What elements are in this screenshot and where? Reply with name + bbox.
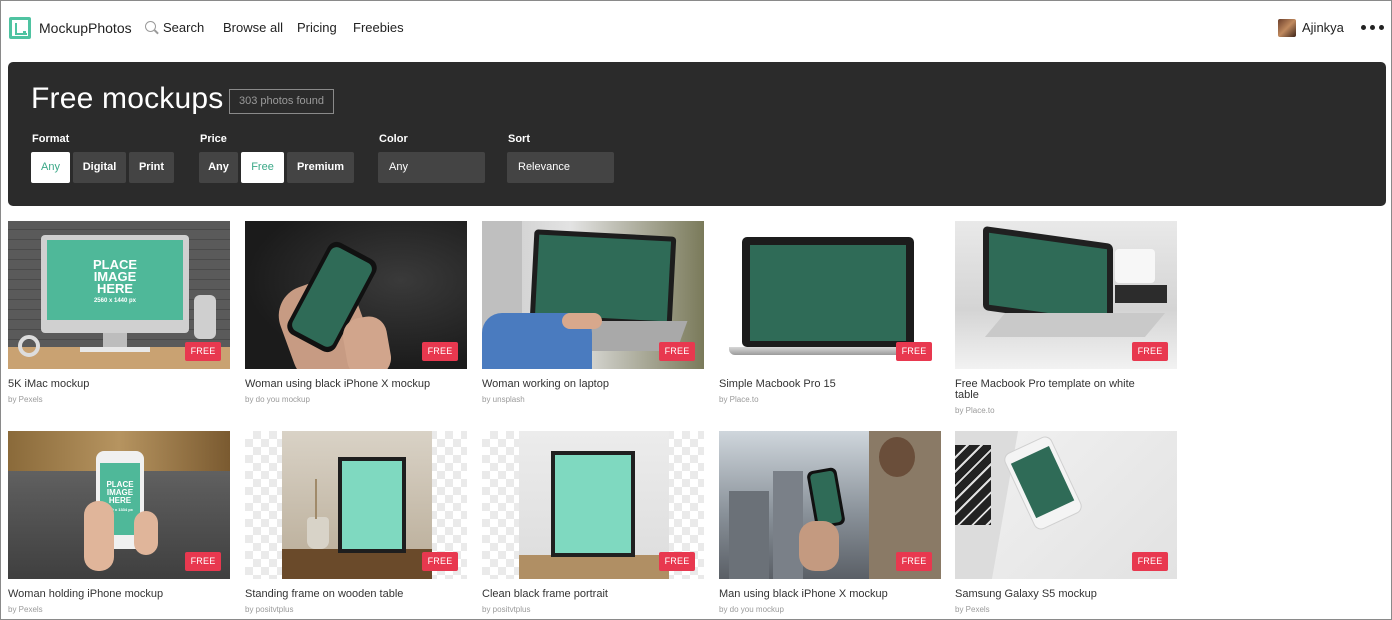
card-author[interactable]: by Pexels xyxy=(955,605,1177,614)
card-title[interactable]: Woman using black iPhone X mockup xyxy=(245,379,435,390)
free-badge: FREE xyxy=(896,552,932,571)
card-title[interactable]: Free Macbook Pro template on white table xyxy=(955,379,1145,401)
mockup-card[interactable]: FREE Standing frame on wooden table by p… xyxy=(245,431,467,614)
free-badge: FREE xyxy=(1132,342,1168,361)
page-title: Free mockups xyxy=(31,82,224,115)
format-digital-button[interactable]: Digital xyxy=(73,152,126,183)
mockup-card[interactable]: PLACE IMAGE HERE 2560 x 1440 px FREE 5K … xyxy=(8,221,230,404)
card-title[interactable]: Woman working on laptop xyxy=(482,379,672,390)
search-link[interactable]: Search xyxy=(163,20,204,35)
card-author[interactable]: by unsplash xyxy=(482,395,704,404)
mockup-thumbnail[interactable]: FREE xyxy=(482,221,704,369)
mockup-card[interactable]: FREE Samsung Galaxy S5 mockup by Pexels xyxy=(955,431,1177,614)
card-author[interactable]: by Place.to xyxy=(955,406,1177,415)
price-label: Price xyxy=(200,133,227,145)
color-select[interactable]: Any xyxy=(378,152,485,183)
mockup-card[interactable]: FREE Woman using black iPhone X mockup b… xyxy=(245,221,467,404)
results-count: 303 photos found xyxy=(229,89,334,114)
mockup-thumbnail[interactable]: FREE xyxy=(719,221,941,369)
price-premium-button[interactable]: Premium xyxy=(287,152,354,183)
more-options-icon[interactable] xyxy=(1361,25,1385,31)
mockup-thumbnail[interactable]: FREE xyxy=(955,431,1177,579)
card-title[interactable]: Standing frame on wooden table xyxy=(245,589,435,600)
logo-icon[interactable] xyxy=(9,17,31,39)
mockup-thumbnail[interactable]: FREE xyxy=(955,221,1177,369)
card-title[interactable]: 5K iMac mockup xyxy=(8,379,198,390)
nav-browse-all[interactable]: Browse all xyxy=(223,20,283,35)
top-nav: MockupPhotos Search Browse all Pricing F… xyxy=(1,1,1391,57)
free-badge: FREE xyxy=(185,552,221,571)
mockup-card[interactable]: PLACE IMAGE HERE 750 x 1334 px FREE Woma… xyxy=(8,431,230,614)
free-badge: FREE xyxy=(422,342,458,361)
color-label: Color xyxy=(379,133,408,145)
placeholder-label: HERE xyxy=(96,281,134,296)
free-badge: FREE xyxy=(185,342,221,361)
card-author[interactable]: by positvtplus xyxy=(245,605,467,614)
free-badge: FREE xyxy=(896,342,932,361)
free-badge: FREE xyxy=(659,552,695,571)
card-author[interactable]: by positvtplus xyxy=(482,605,704,614)
card-author[interactable]: by do you mockup xyxy=(719,605,941,614)
format-any-button[interactable]: Any xyxy=(31,152,70,183)
mockup-thumbnail[interactable]: FREE xyxy=(482,431,704,579)
mockup-card[interactable]: FREE Free Macbook Pro template on white … xyxy=(955,221,1177,415)
card-title[interactable]: Woman holding iPhone mockup xyxy=(8,589,198,600)
free-badge: FREE xyxy=(1132,552,1168,571)
card-title[interactable]: Man using black iPhone X mockup xyxy=(719,589,909,600)
search-icon[interactable] xyxy=(145,21,156,32)
avatar[interactable] xyxy=(1278,19,1296,37)
free-badge: FREE xyxy=(659,342,695,361)
card-author[interactable]: by do you mockup xyxy=(245,395,467,404)
mockup-card[interactable]: FREE Clean black frame portrait by posit… xyxy=(482,431,704,614)
mockup-thumbnail[interactable]: PLACE IMAGE HERE 2560 x 1440 px FREE xyxy=(8,221,230,369)
username[interactable]: Ajinkya xyxy=(1302,20,1344,35)
mockup-thumbnail[interactable]: FREE xyxy=(245,221,467,369)
format-label: Format xyxy=(32,133,70,145)
card-author[interactable]: by Place.to xyxy=(719,395,941,404)
placeholder-dims: 2560 x 1440 px xyxy=(93,298,137,304)
sort-label: Sort xyxy=(508,133,530,145)
price-any-button[interactable]: Any xyxy=(199,152,238,183)
filter-panel: Free mockups 303 photos found Format Any… xyxy=(8,62,1386,206)
mockup-thumbnail[interactable]: FREE xyxy=(245,431,467,579)
card-title[interactable]: Clean black frame portrait xyxy=(482,589,672,600)
mockup-card[interactable]: FREE Woman working on laptop by unsplash xyxy=(482,221,704,404)
nav-pricing[interactable]: Pricing xyxy=(297,20,337,35)
sort-select[interactable]: Relevance xyxy=(507,152,614,183)
free-badge: FREE xyxy=(422,552,458,571)
mockup-thumbnail[interactable]: PLACE IMAGE HERE 750 x 1334 px FREE xyxy=(8,431,230,579)
nav-freebies[interactable]: Freebies xyxy=(353,20,404,35)
mockup-card[interactable]: FREE Simple Macbook Pro 15 by Place.to xyxy=(719,221,941,404)
price-free-button[interactable]: Free xyxy=(241,152,284,183)
card-title[interactable]: Simple Macbook Pro 15 xyxy=(719,379,909,390)
mockup-card[interactable]: FREE Man using black iPhone X mockup by … xyxy=(719,431,941,614)
brand-name[interactable]: MockupPhotos xyxy=(39,20,132,36)
card-author[interactable]: by Pexels xyxy=(8,605,230,614)
card-title[interactable]: Samsung Galaxy S5 mockup xyxy=(955,589,1145,600)
card-author[interactable]: by Pexels xyxy=(8,395,230,404)
mockup-thumbnail[interactable]: FREE xyxy=(719,431,941,579)
format-print-button[interactable]: Print xyxy=(129,152,174,183)
